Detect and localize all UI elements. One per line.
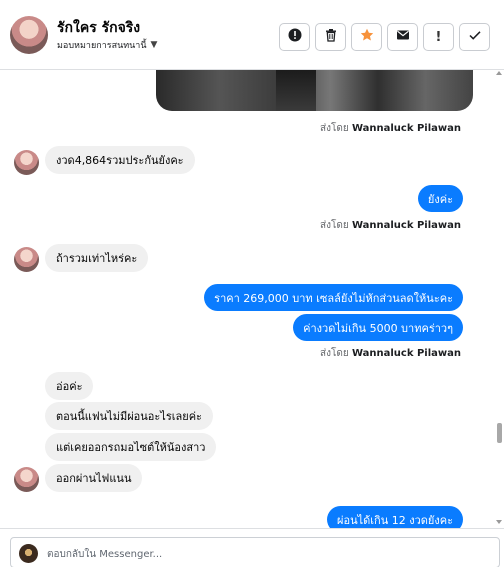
sent-by-caption: ส่งโดย Wannaluck Pilawan <box>320 220 461 231</box>
reply-box[interactable] <box>10 537 500 567</box>
thread-scrollbar[interactable] <box>494 70 504 528</box>
sent-by-caption: ส่งโดย Wannaluck Pilawan <box>320 123 461 134</box>
message-thread: ส่งโดย Wannaluck Pilawan งวด4,864รวมประก… <box>0 70 494 528</box>
shared-photo-attachment[interactable] <box>156 70 473 111</box>
mark-done-button[interactable] <box>459 23 490 51</box>
contact-avatar-small[interactable] <box>14 467 39 492</box>
reply-composer <box>0 528 504 567</box>
assign-label: มอบหมายการสนทนานี้ <box>57 41 147 51</box>
scroll-thumb[interactable] <box>497 423 502 443</box>
mark-spam-button[interactable] <box>279 23 310 51</box>
contact-avatar-small[interactable] <box>14 150 39 175</box>
envelope-icon <box>396 28 410 46</box>
contact-avatar[interactable] <box>10 16 48 54</box>
check-icon <box>468 28 482 46</box>
exclamation-circle-icon <box>288 28 302 46</box>
outgoing-message[interactable]: ค่างวดไม่เกิน 5000 บาทคร่าวๆ <box>293 314 463 341</box>
scroll-up-arrow-icon[interactable] <box>496 71 502 75</box>
sender-name[interactable]: Wannaluck Pilawan <box>352 348 461 359</box>
outgoing-message[interactable]: ผ่อนได้เกิน 12 งวดยังคะ <box>327 506 463 528</box>
sender-name[interactable]: Wannaluck Pilawan <box>352 123 461 134</box>
trash-icon <box>324 28 338 46</box>
sender-name[interactable]: Wannaluck Pilawan <box>352 220 461 231</box>
incoming-message[interactable]: แต่เคยออกรถมอไซต์ให้น้องสาว <box>45 433 217 461</box>
header-actions: ! <box>279 23 490 51</box>
assign-conversation-dropdown[interactable]: มอบหมายการสนทนานี้ ▼ <box>57 38 157 52</box>
page-avatar <box>19 544 38 563</box>
caret-down-icon: ▼ <box>150 40 158 50</box>
incoming-message[interactable]: ตอนนี้แฟนไม่มีผ่อนอะไรเลยค่ะ <box>45 402 213 430</box>
sent-by-caption: ส่งโดย Wannaluck Pilawan <box>320 348 461 359</box>
star-icon <box>360 28 374 46</box>
mark-unread-button[interactable] <box>387 23 418 51</box>
contact-name[interactable]: รักใคร รักจริง <box>57 17 140 39</box>
incoming-message[interactable]: ถ้ารวมเท่าไหร่คะ <box>45 244 149 272</box>
scroll-down-arrow-icon[interactable] <box>496 520 502 524</box>
conversation-header: รักใคร รักจริง มอบหมายการสนทนานี้ ▼ ! <box>0 0 504 70</box>
outgoing-message[interactable]: ราคา 269,000 บาท เซลล์ยังไม่หักส่วนลดให้… <box>204 284 463 311</box>
star-button[interactable] <box>351 23 382 51</box>
reply-input[interactable] <box>47 545 487 563</box>
follow-up-button[interactable]: ! <box>423 23 454 51</box>
incoming-message[interactable]: ออกผ่านไฟแนน <box>45 464 143 492</box>
incoming-message[interactable]: อ่อค่ะ <box>45 372 94 400</box>
outgoing-message[interactable]: ยังค่ะ <box>417 185 463 212</box>
contact-avatar-small[interactable] <box>14 247 39 272</box>
delete-button[interactable] <box>315 23 346 51</box>
incoming-message[interactable]: งวด4,864รวมประกันยังคะ <box>45 146 195 174</box>
exclamation-icon: ! <box>435 29 442 45</box>
